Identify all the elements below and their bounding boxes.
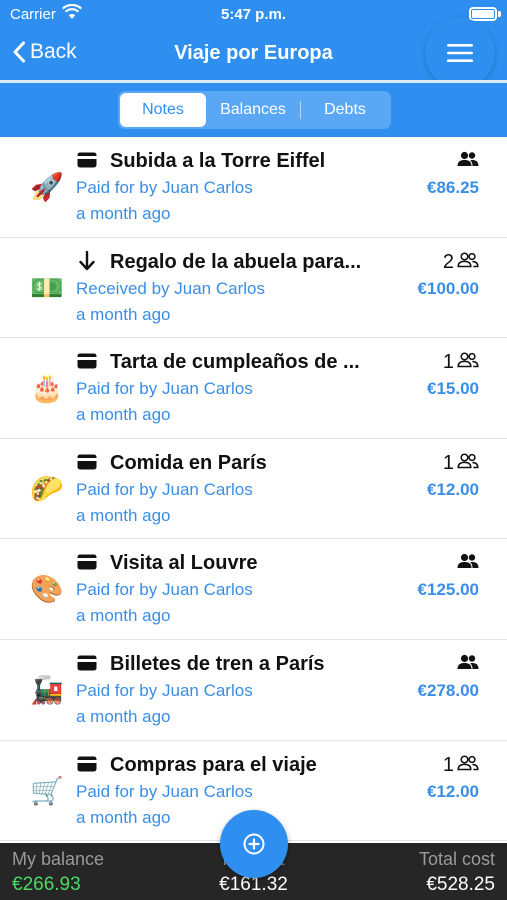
category-emoji-icon: 💵 xyxy=(30,272,64,303)
tab-notes[interactable]: Notes xyxy=(120,93,206,127)
arrow-down-icon xyxy=(76,250,98,272)
expense-list: 🚀 Subida a la Torre Eiffel Paid for by Jua… xyxy=(0,137,507,842)
group-outline-icon xyxy=(457,351,479,374)
expense-amount: €15.00 xyxy=(427,379,479,399)
participants-count: 1 xyxy=(442,351,454,374)
status-bar: Carrier 5:47 p.m. xyxy=(0,0,507,30)
credit-card-icon xyxy=(76,451,98,473)
group-outline-icon xyxy=(457,452,479,475)
status-time: 5:47 p.m. xyxy=(220,6,287,23)
category-emoji-icon: 🌮 xyxy=(30,473,64,504)
expense-name: Tarta de cumpleaños de ... xyxy=(110,351,360,374)
expense-payer: Paid for by Juan Carlos xyxy=(76,680,253,700)
expense-time-ago: a month ago xyxy=(76,505,171,525)
participants-count: 1 xyxy=(442,753,454,776)
expense-name: Subida a la Torre Eiffel xyxy=(110,150,326,172)
expense-time-ago: a month ago xyxy=(76,606,171,626)
expense-time-ago: a month ago xyxy=(76,304,171,324)
total-cost-label: Total cost xyxy=(418,849,495,869)
expense-time-ago: a month ago xyxy=(76,405,171,425)
participants-indicator: 2 xyxy=(443,251,479,274)
total-cost-summary: Total cost €528.25 xyxy=(419,849,495,896)
expense-payer: Received by Juan Carlos xyxy=(76,278,265,298)
category-emoji-icon: 🛒 xyxy=(30,775,64,806)
group-filled-icon xyxy=(457,150,479,173)
expense-name: Visita al Louvre xyxy=(110,552,258,575)
my-balance-value: €266.93 xyxy=(12,874,81,895)
participants-indicator xyxy=(454,653,479,676)
expense-name: Billetes de tren a París xyxy=(110,652,325,675)
participants-indicator xyxy=(454,150,479,173)
expense-name: Regalo de la abuela para... xyxy=(110,250,362,273)
expense-amount: €100.00 xyxy=(417,278,479,298)
expense-time-ago: a month ago xyxy=(76,807,171,827)
credit-card-icon xyxy=(76,149,98,171)
total-cost-value: €528.25 xyxy=(426,874,495,895)
expense-amount: €125.00 xyxy=(417,580,479,600)
plus-circle-icon xyxy=(243,833,265,855)
group-outline-icon xyxy=(457,754,479,777)
category-emoji-icon: 🎂 xyxy=(30,373,64,404)
tab-balances[interactable]: Balances xyxy=(206,93,300,127)
segmented-control: Notes Balances Debts xyxy=(118,91,391,129)
credit-card-icon xyxy=(76,753,98,775)
expense-name: Comida en París xyxy=(110,451,267,474)
segment-bar: Notes Balances Debts xyxy=(0,83,507,137)
expense-amount: €12.00 xyxy=(427,479,479,499)
expense-payer: Paid for by Juan Carlos xyxy=(76,379,253,399)
expense-payer: Paid for by Juan Carlos xyxy=(76,479,253,499)
menu-button[interactable] xyxy=(425,18,495,88)
credit-card-icon xyxy=(76,551,98,573)
category-emoji-icon: 🚀 xyxy=(30,172,64,202)
expense-row[interactable]: 🎨 Visita al Louvre Paid for by Juan Carlos… xyxy=(0,539,507,640)
tab-debts[interactable]: Debts xyxy=(301,93,389,127)
participants-indicator: 1 xyxy=(443,452,479,475)
credit-card-icon xyxy=(76,652,98,674)
participants-indicator: 1 xyxy=(443,351,479,374)
hamburger-menu-icon xyxy=(447,44,473,62)
expense-amount: €86.25 xyxy=(427,178,479,197)
battery-tip xyxy=(498,11,501,17)
expense-amount: €278.00 xyxy=(417,680,479,700)
participants-count: 2 xyxy=(442,250,454,273)
group-filled-icon xyxy=(457,552,479,575)
expense-time-ago: a month ago xyxy=(76,706,171,726)
expense-row[interactable]: 🎂 Tarta de cumpleaños de ... Paid for by J… xyxy=(0,338,507,439)
category-emoji-icon: 🚂 xyxy=(30,674,64,705)
expense-payer: Paid for by Juan Carlos xyxy=(76,580,253,600)
credit-card-icon xyxy=(76,350,98,372)
expense-row[interactable]: 🚂 Billetes de tren a París Paid for by Jua… xyxy=(0,640,507,741)
participants-count: 1 xyxy=(442,451,454,474)
participants-indicator: 1 xyxy=(443,754,479,777)
expense-time-ago: a month ago xyxy=(76,204,171,223)
my-balance-summary: My balance €266.93 xyxy=(12,849,104,896)
battery-icon xyxy=(469,7,497,21)
group-outline-icon xyxy=(457,251,479,274)
expense-row[interactable]: 💵 Regalo de la abuela para... Received by … xyxy=(0,238,507,339)
expense-row[interactable]: 🚀 Subida a la Torre Eiffel Paid for by Jua… xyxy=(0,137,507,238)
category-emoji-icon: 🎨 xyxy=(30,574,64,605)
expense-amount: €12.00 xyxy=(427,781,479,801)
expense-name: Compras para el viaje xyxy=(110,753,317,776)
add-expense-button[interactable] xyxy=(220,810,288,878)
expense-row[interactable]: 🌮 Comida en París Paid for by Juan Carlos a… xyxy=(0,439,507,540)
expense-payer: Paid for by Juan Carlos xyxy=(76,781,253,801)
group-filled-icon xyxy=(457,653,479,676)
my-balance-label: My balance xyxy=(12,849,105,869)
participants-indicator xyxy=(454,552,479,575)
navigation-bar: Back Viaje por Europa xyxy=(0,18,507,88)
expense-payer: Paid for by Juan Carlos xyxy=(76,178,253,197)
